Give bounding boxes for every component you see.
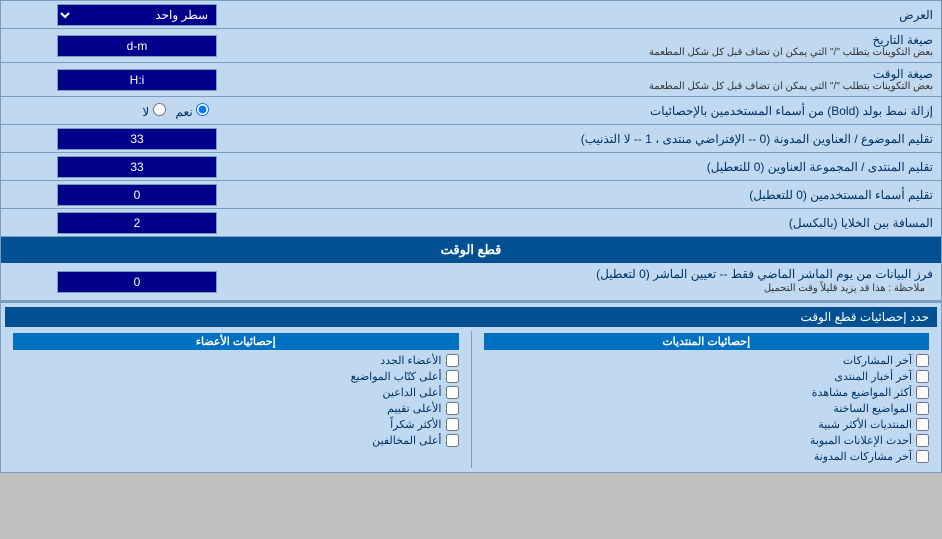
checkboxes-section: حدد إحصائيات قطع الوقت إحصائيات المنتديا… xyxy=(1,301,941,472)
cb-new-members-input[interactable] xyxy=(446,354,459,367)
time-format-input-wrapper: H:i xyxy=(1,67,221,93)
cell-spacing-input-wrapper: 2 xyxy=(1,210,221,236)
usernames-input-wrapper: 0 xyxy=(1,182,221,208)
cb-most-viewed: أكثر المواضيع مشاهدة xyxy=(484,386,930,399)
cutoff-header-row: قطع الوقت xyxy=(1,237,941,263)
bold-remove-radio-group: نعم لا xyxy=(134,101,217,121)
usernames-value[interactable]: 0 xyxy=(57,184,217,206)
cb-most-viewed-input[interactable] xyxy=(916,386,929,399)
topic-address-row: تقليم الموضوع / العناوين المدونة (0 -- ا… xyxy=(1,125,941,153)
cell-spacing-label: المسافة بين الخلايا (بالبكسل) xyxy=(221,212,941,234)
forums-stats-header: إحصائيات المنتديات xyxy=(484,333,930,350)
forum-address-label: تقليم المنتدى / المجموعة العناوين (0 للت… xyxy=(221,156,941,178)
bold-no-label[interactable]: لا xyxy=(142,103,165,119)
date-format-row: صيغة التاريخ بعض التكوينات يتطلب "/" الت… xyxy=(1,29,941,63)
cb-last-posts: آخر المشاركات xyxy=(484,354,930,367)
cutoff-input-wrapper: 0 xyxy=(1,269,221,295)
bold-remove-input-wrapper: نعم لا xyxy=(1,99,221,123)
checkboxes-header: حدد إحصائيات قطع الوقت xyxy=(5,307,937,327)
cb-blog-posts-input[interactable] xyxy=(916,450,929,463)
date-format-value[interactable]: d-m xyxy=(57,35,217,57)
time-format-label: صيغة الوقت بعض التكوينات يتطلب "/" التي … xyxy=(221,63,941,96)
bold-yes-label[interactable]: نعم xyxy=(176,103,209,119)
cb-top-rated: الأعلى تقييم xyxy=(13,402,459,415)
topic-address-value[interactable]: 33 xyxy=(57,128,217,150)
topic-address-label: تقليم الموضوع / العناوين المدونة (0 -- ا… xyxy=(221,128,941,150)
display-row: العرض سطر واحدسطرينثلاثة أسطر xyxy=(1,1,941,29)
cb-top-rated-input[interactable] xyxy=(446,402,459,415)
cb-top-inviters-input[interactable] xyxy=(446,386,459,399)
usernames-row: تقليم أسماء المستخدمين (0 للتعطيل) 0 xyxy=(1,181,941,209)
cb-most-thanked-input[interactable] xyxy=(446,418,459,431)
date-format-input-wrapper: d-m xyxy=(1,33,221,59)
cb-top-violators: أعلى المخالفين xyxy=(13,434,459,447)
bold-no-radio[interactable] xyxy=(153,103,166,116)
display-select[interactable]: سطر واحدسطرينثلاثة أسطر xyxy=(57,4,217,26)
cb-top-violators-input[interactable] xyxy=(446,434,459,447)
cutoff-value[interactable]: 0 xyxy=(57,271,217,293)
bold-yes-radio[interactable] xyxy=(196,103,209,116)
cb-last-posts-input[interactable] xyxy=(916,354,929,367)
forum-address-row: تقليم المنتدى / المجموعة العناوين (0 للت… xyxy=(1,153,941,181)
bold-remove-row: إزالة نمط بولد (Bold) من أسماء المستخدمي… xyxy=(1,97,941,125)
main-container: العرض سطر واحدسطرينثلاثة أسطر صيغة التار… xyxy=(0,0,942,473)
time-format-row: صيغة الوقت بعض التكوينات يتطلب "/" التي … xyxy=(1,63,941,97)
members-stats-header: إحصائيات الأعضاء xyxy=(13,333,459,350)
members-stats-col: إحصائيات الأعضاء الأعضاء الجدد أعلى كتّا… xyxy=(5,331,467,468)
cb-new-members: الأعضاء الجدد xyxy=(13,354,459,367)
cb-hot-topics: المواضيع الساخنة xyxy=(484,402,930,415)
cb-latest-ads: أحدث الإعلانات المبوبة xyxy=(484,434,930,447)
checkboxes-columns: إحصائيات المنتديات آخر المشاركات آخر أخب… xyxy=(5,331,937,468)
usernames-label: تقليم أسماء المستخدمين (0 للتعطيل) xyxy=(221,184,941,206)
cb-hot-topics-input[interactable] xyxy=(916,402,929,415)
col-divider xyxy=(471,331,472,468)
cb-forum-news: آخر أخبار المنتدى xyxy=(484,370,930,383)
display-select-wrapper: سطر واحدسطرينثلاثة أسطر xyxy=(1,2,221,28)
cb-top-writers: أعلى كتّاب المواضيع xyxy=(13,370,459,383)
cell-spacing-row: المسافة بين الخلايا (بالبكسل) 2 xyxy=(1,209,941,237)
cb-latest-ads-input[interactable] xyxy=(916,434,929,447)
forums-stats-col: إحصائيات المنتديات آخر المشاركات آخر أخب… xyxy=(476,331,938,468)
cb-blog-posts: آخر مشاركات المدونة xyxy=(484,450,930,463)
display-label: العرض xyxy=(221,4,941,26)
cb-most-similar: المنتديات الأكثر شبية xyxy=(484,418,930,431)
forum-address-value[interactable]: 33 xyxy=(57,156,217,178)
topic-address-input-wrapper: 33 xyxy=(1,126,221,152)
cutoff-row: فرز البيانات من يوم الماشر الماضي فقط --… xyxy=(1,263,941,301)
bold-remove-label: إزالة نمط بولد (Bold) من أسماء المستخدمي… xyxy=(221,100,941,122)
cb-most-thanked: الأكثر شكراً xyxy=(13,418,459,431)
date-format-label: صيغة التاريخ بعض التكوينات يتطلب "/" الت… xyxy=(221,29,941,62)
cutoff-section-header: قطع الوقت xyxy=(1,237,941,263)
cb-most-similar-input[interactable] xyxy=(916,418,929,431)
cb-top-writers-input[interactable] xyxy=(446,370,459,383)
time-format-value[interactable]: H:i xyxy=(57,69,217,91)
cell-spacing-value[interactable]: 2 xyxy=(57,212,217,234)
cb-top-inviters: أعلى الداعين xyxy=(13,386,459,399)
forum-address-input-wrapper: 33 xyxy=(1,154,221,180)
cb-forum-news-input[interactable] xyxy=(916,370,929,383)
cutoff-label: فرز البيانات من يوم الماشر الماضي فقط --… xyxy=(221,263,941,300)
